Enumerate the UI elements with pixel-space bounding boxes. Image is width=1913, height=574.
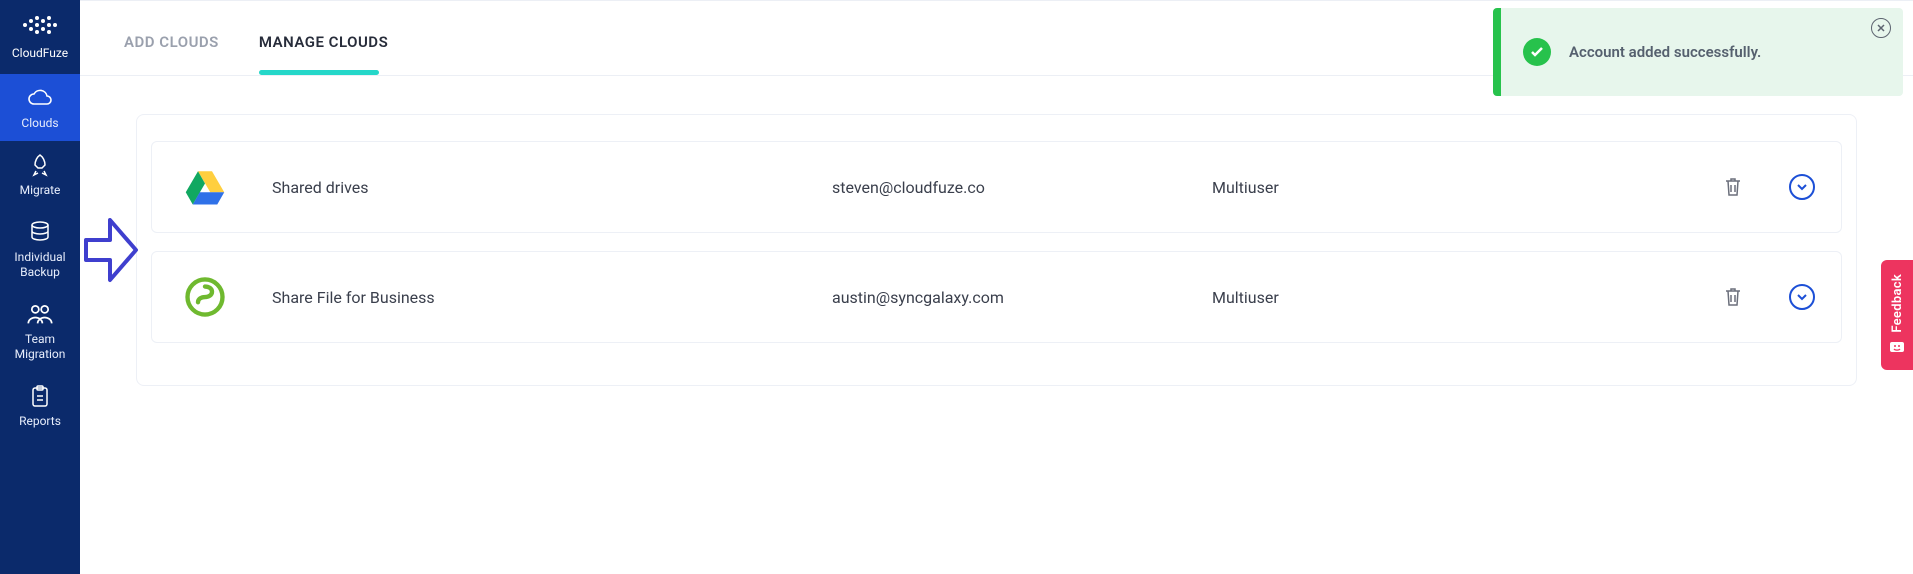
chevron-down-icon: [1796, 181, 1808, 193]
cloud-row: Shared drives steven@cloudfuze.co Multiu…: [151, 141, 1842, 233]
sidebar-item-label: Reports: [4, 414, 76, 429]
success-toast: Account added successfully.: [1493, 8, 1903, 96]
cloud-icon: [26, 86, 54, 110]
sidebar-item-label: Migrate: [4, 183, 76, 198]
chevron-down-icon: [1796, 291, 1808, 303]
brand-icon: [19, 12, 61, 38]
sidebar-item-team-migration[interactable]: Team Migration: [0, 290, 80, 372]
expand-button[interactable]: [1789, 284, 1815, 310]
sidebar-item-reports[interactable]: Reports: [0, 372, 80, 439]
close-icon: [1876, 23, 1886, 33]
service-email: austin@syncgalaxy.com: [832, 288, 1212, 307]
sidebar-item-individual-backup[interactable]: Individual Backup: [0, 208, 80, 290]
clouds-card: Shared drives steven@cloudfuze.co Multiu…: [136, 114, 1857, 386]
sidebar-item-migrate[interactable]: Migrate: [0, 141, 80, 208]
tabs: ADD CLOUDS MANAGE CLOUDS: [124, 1, 388, 75]
delete-icon[interactable]: [1723, 286, 1743, 308]
sidebar-item-clouds[interactable]: Clouds: [0, 74, 80, 141]
brand: CloudFuze: [0, 12, 80, 74]
delete-icon[interactable]: [1723, 176, 1743, 198]
sidebar: CloudFuze Clouds Migrate Individual Back…: [0, 0, 80, 574]
feedback-icon: [1889, 340, 1905, 356]
sidebar-item-label: Clouds: [4, 116, 76, 131]
check-circle-icon: [1523, 38, 1551, 66]
sidebar-item-label: Team Migration: [4, 332, 76, 362]
service-type: Multiuser: [1212, 178, 1352, 197]
toast-close-button[interactable]: [1871, 18, 1891, 38]
team-icon: [26, 302, 54, 326]
clipboard-icon: [26, 384, 54, 408]
service-email: steven@cloudfuze.co: [832, 178, 1212, 197]
sharefile-icon: [184, 276, 226, 318]
rocket-icon: [26, 153, 54, 177]
sidebar-item-label: Individual Backup: [4, 250, 76, 280]
expand-button[interactable]: [1789, 174, 1815, 200]
content: Shared drives steven@cloudfuze.co Multiu…: [80, 76, 1913, 424]
tab-add-clouds[interactable]: ADD CLOUDS: [124, 33, 219, 75]
annotation-arrow-icon: [80, 210, 140, 290]
tab-manage-clouds[interactable]: MANAGE CLOUDS: [259, 33, 388, 75]
cloud-row: Share File for Business austin@syncgalax…: [151, 251, 1842, 343]
feedback-tab[interactable]: Feedback: [1881, 260, 1913, 370]
service-type: Multiuser: [1212, 288, 1352, 307]
gdrive-icon: [184, 166, 226, 208]
toast-message: Account added successfully.: [1569, 43, 1761, 61]
database-icon: [26, 220, 54, 244]
brand-label: CloudFuze: [0, 46, 80, 60]
service-name: Shared drives: [272, 178, 832, 197]
feedback-label: Feedback: [1890, 274, 1905, 333]
service-name: Share File for Business: [272, 288, 832, 307]
